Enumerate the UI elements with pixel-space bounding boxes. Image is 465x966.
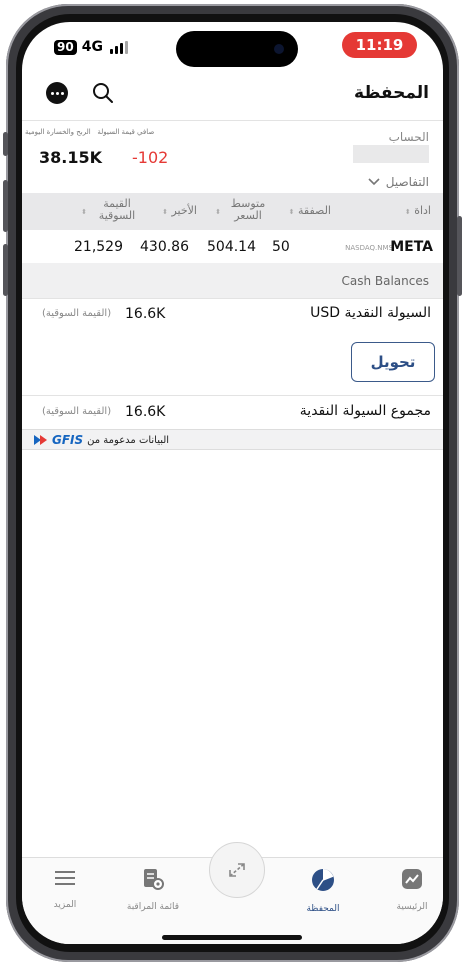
cell-position: 50	[272, 239, 290, 255]
cell-market-value: 21,529	[74, 239, 123, 255]
cell-avg-price: 504.14	[207, 239, 256, 255]
tab-label: المزيد	[53, 900, 77, 910]
market-value-label: (القيمة السوقية)	[42, 308, 112, 319]
gfis-logo: GFIS	[52, 433, 84, 447]
account-selector[interactable]	[353, 145, 429, 163]
gfis-arrow-icon	[34, 435, 47, 445]
cell-symbol: META	[390, 239, 433, 255]
net-liquidity-value: 38.15K	[39, 148, 103, 167]
column-position[interactable]: الصفقة ⬍	[289, 205, 331, 218]
net-liquidity-label: صافي قيمة السيولة	[97, 128, 155, 136]
data-source[interactable]: البيانات مدعومة من GFIS	[34, 433, 169, 447]
sort-icon: ⬍	[215, 208, 221, 216]
camera-icon	[274, 44, 284, 54]
signal-group: 90 4G	[54, 39, 128, 55]
column-avg-price[interactable]: متوسط السعر	[225, 198, 271, 222]
total-cash-value: 16.6K	[125, 404, 166, 420]
pie-chart-icon	[312, 869, 334, 891]
network-type: 4G	[81, 39, 103, 55]
data-source-bar: البيانات مدعومة من GFIS	[22, 429, 443, 450]
cash-balances-header: Cash Balances	[22, 263, 443, 299]
app-header: المحفظة	[22, 74, 443, 114]
volume-up-button	[3, 180, 8, 232]
tab-watchlist[interactable]: قائمة المراقبة	[118, 868, 188, 912]
home-indicator	[162, 935, 302, 940]
market-value-label: (القيمة السوقية)	[42, 406, 112, 417]
expand-arrows-icon	[229, 863, 245, 877]
battery-badge: 90	[54, 39, 77, 55]
status-bar: 90 4G 11:19	[22, 22, 443, 72]
tab-label: قائمة المراقبة	[126, 902, 180, 912]
details-label: التفاصيل	[385, 175, 429, 189]
data-source-text: البيانات مدعومة من	[87, 434, 170, 446]
cell-last: 430.86	[140, 239, 189, 255]
app-screen: 90 4G 11:19 المحفظة الحساب صافي قيمة الس…	[22, 22, 443, 944]
expand-button[interactable]	[209, 842, 265, 898]
tab-home[interactable]: الرئيسية	[377, 868, 443, 912]
usd-cash-row: (القيمة السوقية) 16.6K السيولة النقدية U…	[22, 298, 443, 330]
dynamic-island	[176, 31, 298, 67]
volume-down-button	[3, 244, 8, 296]
cell-exchange: NASDAQ.NMS	[345, 244, 393, 252]
usd-cash-label: السيولة النقدية USD	[310, 305, 431, 321]
account-label: الحساب	[388, 130, 429, 144]
page-title: المحفظة	[354, 83, 429, 103]
divider	[22, 120, 443, 121]
mute-switch	[3, 132, 8, 156]
power-button	[457, 216, 462, 296]
chart-icon	[402, 869, 422, 889]
tab-label: الرئيسية	[396, 902, 428, 912]
convert-button[interactable]: تحويل	[351, 342, 435, 382]
daily-pl-label: الربح والخسارة اليومية	[25, 128, 91, 136]
tab-more[interactable]: المزيد	[30, 868, 100, 910]
column-instrument[interactable]: اداة ⬍	[405, 205, 431, 218]
details-toggle[interactable]: التفاصيل	[368, 175, 429, 189]
total-cash-label: مجموع السيولة النقدية	[299, 403, 431, 419]
watchlist-icon	[144, 869, 164, 890]
table-row[interactable]: 21,529 430.86 504.14 50 NASDAQ.NMS META	[22, 230, 443, 264]
menu-icon	[55, 871, 75, 885]
tab-label: المحفظة	[306, 904, 340, 914]
sort-icon: ⬍	[81, 208, 87, 216]
more-options-button[interactable]	[46, 82, 68, 104]
total-cash-row: (القيمة السوقية) 16.6K مجموع السيولة الن…	[22, 396, 443, 428]
column-market-value[interactable]: القيمة السوقية	[94, 198, 140, 222]
stat-labels: صافي قيمة السيولة الربح والخسارة اليومية	[25, 128, 154, 136]
column-last[interactable]: الأخير ⬍	[162, 205, 197, 218]
signal-bars-icon	[109, 40, 128, 54]
tab-portfolio[interactable]: المحفظة	[288, 868, 358, 914]
status-time: 11:19	[342, 32, 417, 58]
positions-table-header: اداة ⬍ الصفقة ⬍ متوسط السعر ⬍ الأخير ⬍ ا…	[22, 193, 443, 230]
chevron-down-icon	[368, 178, 380, 186]
bottom-tab-bar: المزيد قائمة المراقبة المحفظة الرئيسية	[22, 842, 443, 944]
usd-cash-value: 16.6K	[125, 306, 166, 322]
search-icon[interactable]	[90, 80, 116, 106]
daily-pl-value: -102	[132, 148, 169, 167]
